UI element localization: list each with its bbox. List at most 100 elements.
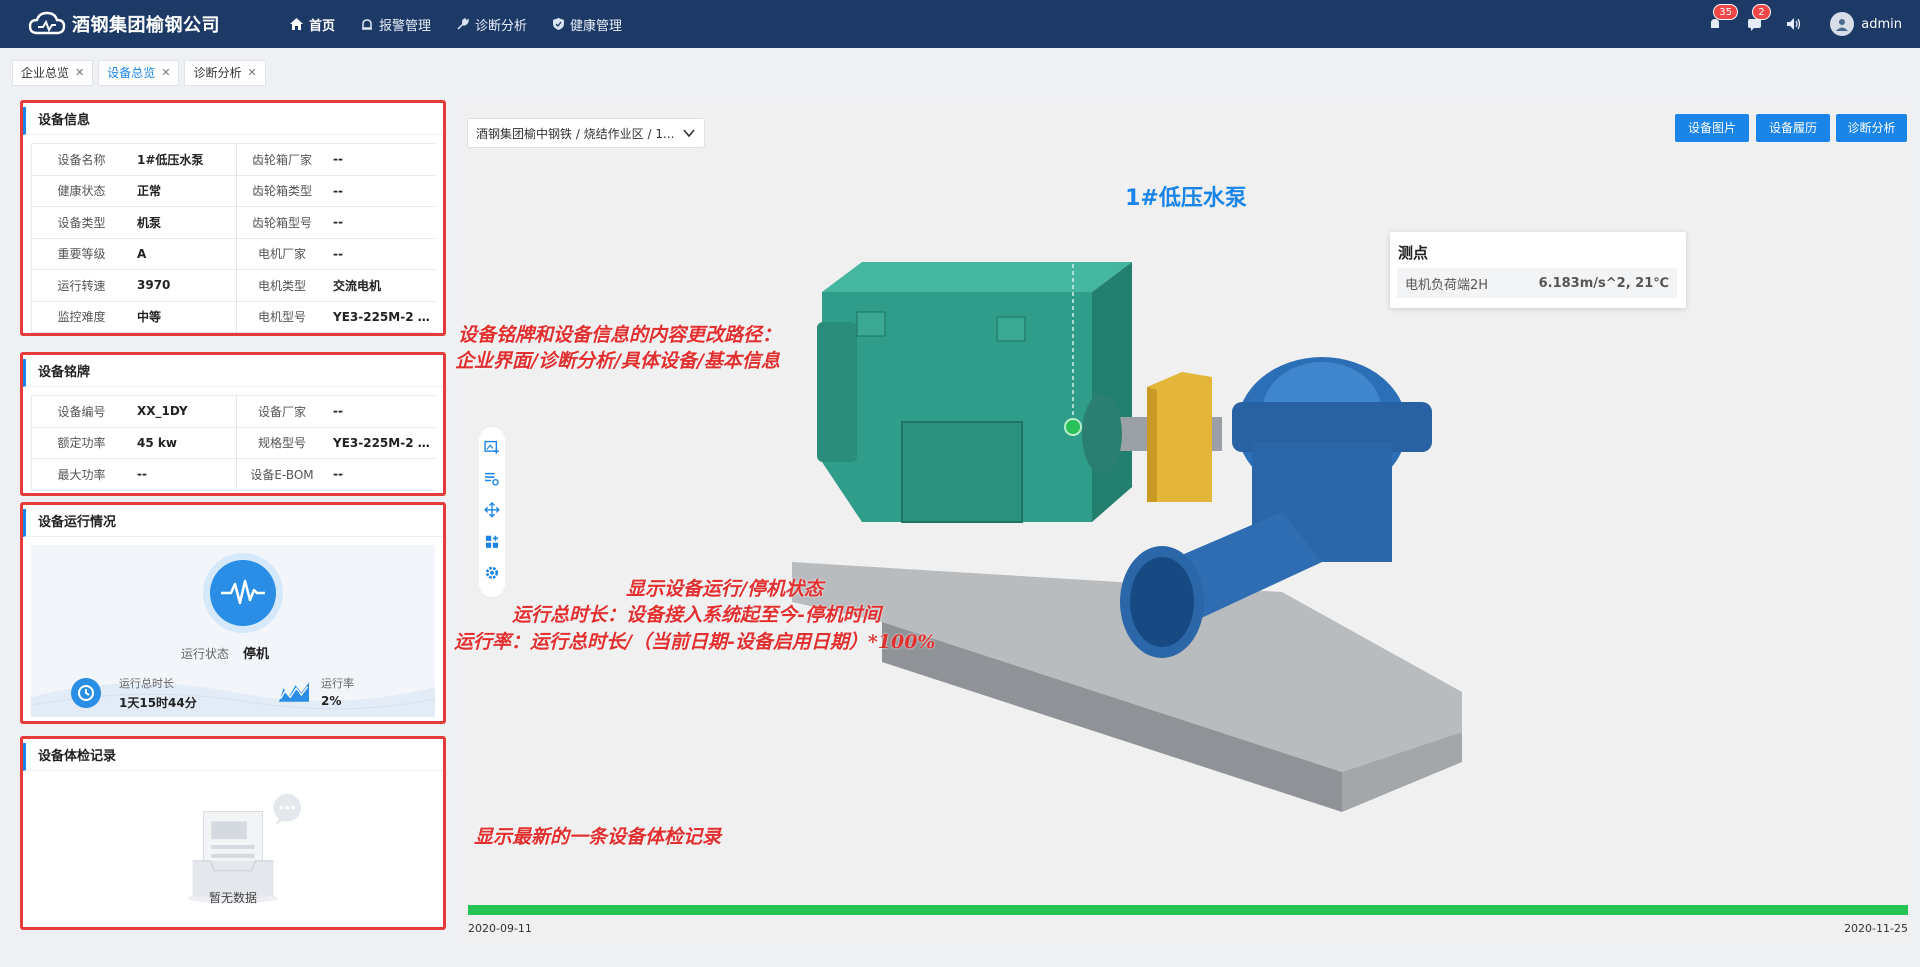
close-icon[interactable]: ✕ [161, 60, 170, 86]
field-label: 齿轮箱型号 [251, 215, 312, 230]
nav-alarm[interactable]: 报警管理 [361, 15, 431, 34]
alarm-bell-button[interactable]: 35 [1704, 4, 1738, 35]
top-bar: 酒钢集团榆钢公司 首页 报警管理 诊断分析 健康管理 35 2 admin [0, 0, 1920, 48]
table-row: 额定功率 45 kw 规格型号 YE3-225M-2 4... [31, 427, 435, 459]
run-total-value: 1天15时44分 [119, 696, 197, 710]
wrench-icon [457, 18, 469, 30]
field-label: 健康状态 [31, 175, 131, 206]
field-label: 最大功率 [31, 459, 131, 490]
tab-label: 设备总览 [107, 66, 156, 80]
field-label: 设备E-BOM [250, 467, 314, 482]
field-value: 1#低压水泵 [131, 144, 237, 175]
field-label: 齿轮箱类型 [251, 184, 312, 199]
tab-diagnosis[interactable]: 诊断分析 ✕ [184, 60, 266, 86]
device-3d-panel: 酒钢集团榆中钢铁 / 烧结作业区 / 1... 设备图片 设备履历 诊断分析 1… [462, 102, 1910, 942]
username: admin [1861, 16, 1902, 32]
running-body: 运行状态 停机 运行总时长 1天15时44分 运行率 2% [31, 545, 435, 717]
tab-device-overview[interactable]: 设备总览 ✕ [98, 60, 180, 86]
field-value: 中等 [131, 301, 237, 332]
annotation-nameplate-path-line1: 设备铭牌和设备信息的内容更改路径： [458, 324, 782, 346]
field-label: 电机厂家 [257, 247, 306, 262]
run-total-label: 运行总时长 [119, 677, 174, 690]
run-total-duration: 运行总时长 1天15时44分 [71, 675, 197, 711]
field-label: 重要等级 [31, 238, 131, 269]
tab-label: 企业总览 [21, 66, 70, 80]
field-label: 设备类型 [31, 207, 131, 238]
measure-point-row[interactable]: 电机负荷端2H 6.183m/s^2, 21℃ [1397, 268, 1677, 298]
measure-point-value: 6.183m/s^2, 21℃ [1538, 275, 1669, 291]
field-value: 45 kw [131, 427, 237, 458]
card-title: 设备铭牌 [23, 359, 443, 387]
field-value: -- [333, 246, 343, 261]
device-info-table: 设备名称 1#低压水泵 齿轮箱厂家 -- 健康状态 正常 齿轮箱类型 -- 设备… [31, 143, 435, 333]
brand-name: 酒钢集团榆钢公司 [72, 15, 220, 36]
pump-3d-model[interactable] [762, 262, 1662, 862]
run-status-value: 停机 [243, 647, 270, 662]
field-value: A [131, 238, 237, 269]
field-label: 电机型号 [257, 310, 306, 325]
table-row: 健康状态 正常 齿轮箱类型 -- [31, 175, 435, 207]
move-icon[interactable] [483, 502, 501, 518]
gear-icon[interactable] [483, 565, 501, 581]
measure-point-name: 电机负荷端2H [1405, 277, 1489, 293]
measure-point-title: 测点 [1398, 244, 1429, 262]
volume-button[interactable] [1782, 13, 1804, 35]
clock-icon [71, 678, 101, 708]
home-icon [290, 18, 303, 30]
device-history-button[interactable]: 设备履历 [1756, 114, 1830, 142]
annotation-run-status: 显示设备运行/停机状态 [626, 578, 823, 600]
table-row: 重要等级 A 电机厂家 -- [31, 238, 435, 270]
field-value: -- [333, 467, 343, 482]
timeline-bar[interactable] [468, 905, 1908, 915]
add-image-icon[interactable] [483, 439, 501, 455]
table-row: 监控难度 中等 电机型号 YE3-225M-2 4... [31, 301, 435, 333]
device-path-select[interactable]: 酒钢集团榆中钢铁 / 烧结作业区 / 1... [467, 118, 705, 148]
list-settings-icon[interactable] [483, 471, 501, 487]
nav-health[interactable]: 健康管理 [553, 15, 622, 34]
field-value: 3970 [131, 270, 237, 301]
card-title: 设备运行情况 [23, 509, 443, 537]
tab-enterprise-overview[interactable]: 企业总览 ✕ [12, 60, 94, 86]
cloud-logo-icon [28, 11, 66, 35]
nav-alarm-label: 报警管理 [379, 18, 432, 34]
grid-add-icon[interactable] [483, 534, 501, 550]
timeline-start: 2020-09-11 [468, 922, 532, 935]
run-rate-value: 2% [321, 694, 342, 708]
shield-icon [553, 18, 565, 30]
table-row: 设备编号 XX_1DY 设备厂家 -- [31, 396, 435, 428]
run-rate: 运行率 2% [279, 675, 354, 708]
field-value: 机泵 [131, 207, 237, 238]
field-label: 运行转速 [31, 270, 131, 301]
nav-home[interactable]: 首页 [290, 15, 335, 34]
field-value: 正常 [131, 175, 237, 206]
volume-icon [1786, 18, 1800, 30]
field-label: 设备编号 [31, 396, 131, 427]
brand[interactable]: 酒钢集团榆钢公司 [28, 11, 248, 37]
field-value: XX_1DY [131, 396, 237, 427]
avatar [1830, 12, 1855, 36]
message-count-badge: 2 [1752, 4, 1771, 20]
field-label: 设备名称 [31, 144, 131, 175]
close-icon[interactable]: ✕ [75, 60, 84, 86]
device-image-button[interactable]: 设备图片 [1675, 114, 1749, 142]
user-avatar-icon [1836, 19, 1849, 31]
table-row: 设备类型 机泵 齿轮箱型号 -- [31, 207, 435, 239]
timeline-end: 2020-11-25 [1844, 922, 1908, 935]
nav-diagnosis[interactable]: 诊断分析 [457, 15, 527, 34]
page-tabs: 企业总览 ✕ 设备总览 ✕ 诊断分析 ✕ [12, 60, 271, 86]
message-button[interactable]: 2 [1743, 4, 1771, 35]
main-nav: 首页 报警管理 诊断分析 健康管理 [290, 15, 648, 34]
field-label: 额定功率 [31, 427, 131, 458]
device-title: 1#低压水泵 [1125, 186, 1247, 211]
field-value: -- [333, 183, 343, 198]
table-row: 最大功率 -- 设备E-BOM -- [31, 459, 435, 491]
field-label: 电机类型 [257, 278, 306, 293]
close-icon[interactable]: ✕ [247, 60, 256, 86]
user-menu[interactable]: admin [1830, 12, 1902, 36]
run-status: 运行状态 停机 [181, 643, 269, 662]
run-status-gauge [203, 553, 283, 633]
top-right-tools: 35 2 admin [1687, 0, 1902, 48]
diagnosis-button[interactable]: 诊断分析 [1836, 114, 1907, 142]
annotation-run-duration: 运行总时长：设备接入系统起至今-停机时间 [512, 604, 881, 626]
nav-health-label: 健康管理 [570, 18, 623, 34]
